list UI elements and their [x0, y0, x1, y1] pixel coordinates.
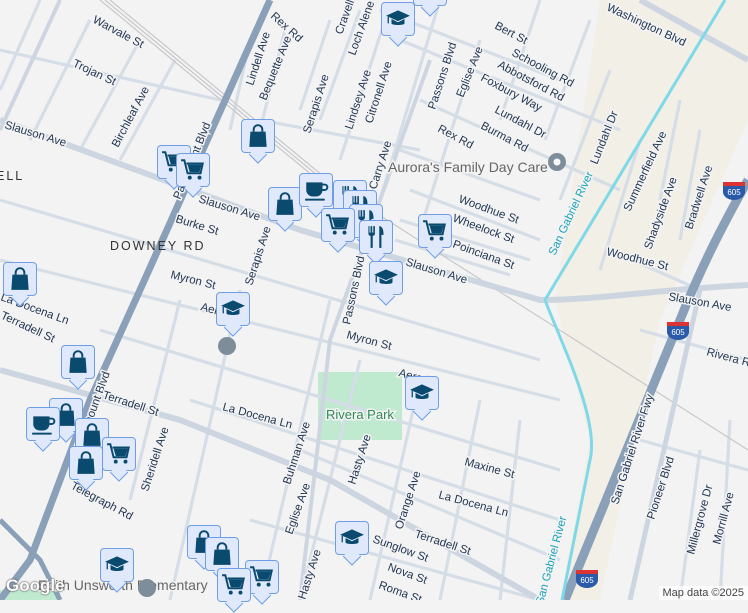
graduation-cap-marker[interactable] [335, 521, 369, 555]
graduation-cap-marker[interactable] [369, 261, 403, 295]
street-label: Slauson Ave [197, 193, 261, 223]
rivera-park-area [318, 372, 402, 440]
graduation-cap-marker[interactable] [100, 548, 134, 582]
street-label: Rex Rd [436, 123, 476, 152]
map-canvas[interactable]: 605 605 605 Warvale St Trojan St Birchle… [0, 0, 748, 600]
graduation-cap-marker[interactable] [381, 2, 415, 36]
google-logo: Google [6, 576, 65, 596]
fork-knife-icon [363, 224, 389, 250]
graduation-cap-icon [417, 0, 443, 2]
coffee-icon [303, 177, 329, 203]
street-label: Warvale St [91, 14, 147, 51]
park-label: Rivera Park [326, 407, 394, 422]
shopping-cart-marker[interactable] [321, 208, 355, 242]
street-label: Trojan St [71, 58, 119, 89]
shopping-bag-icon [73, 450, 99, 476]
shopping-bag-marker[interactable] [268, 187, 302, 221]
shopping-cart-marker[interactable] [418, 214, 452, 248]
street-label: Slauson Ave [3, 119, 67, 149]
svg-text:605: 605 [580, 576, 594, 585]
graduation-cap-icon [339, 525, 365, 551]
area-label-downey-rd: DOWNEY RD [110, 239, 206, 253]
graduation-cap-marker[interactable] [413, 0, 447, 6]
street-label: Hasty Ave [296, 548, 323, 600]
map-attribution[interactable]: Map data ©2025 [659, 586, 748, 600]
graduation-cap-marker[interactable] [405, 376, 439, 410]
shopping-bag-marker[interactable] [69, 446, 103, 480]
poi-label: Aurora's Family Day Care [388, 159, 548, 175]
street-label: La Docena Ln [437, 489, 509, 519]
shopping-bag-icon [7, 266, 33, 292]
street-label: La Docena Ln [221, 401, 293, 431]
shopping-bag-icon [65, 349, 91, 375]
shopping-cart-icon [106, 441, 132, 467]
graduation-cap-marker[interactable] [216, 292, 250, 326]
street-label: Maxine St [463, 456, 516, 481]
shopping-bag-icon [245, 123, 271, 149]
graduation-cap-icon [385, 6, 411, 32]
svg-text:605: 605 [671, 328, 685, 337]
street-label: Morrill Ave [711, 491, 736, 546]
poi-pin-daycare[interactable] [548, 153, 566, 171]
street-label: Burke St [174, 213, 220, 238]
fork-knife-marker[interactable] [359, 220, 393, 254]
shopping-bag-icon [272, 191, 298, 217]
street-label: Myron St [169, 269, 217, 292]
street-label: Sheridell Ave [139, 426, 171, 493]
graduation-cap-icon [104, 552, 130, 578]
street-label: Bert St [493, 20, 530, 47]
shopping-cart-icon [249, 564, 275, 590]
shopping-cart-marker[interactable] [176, 153, 210, 187]
shopping-cart-marker[interactable] [217, 568, 251, 602]
svg-text:605: 605 [727, 188, 741, 197]
street-label: Rivera Rd [705, 346, 748, 371]
shopping-cart-icon [221, 572, 247, 598]
street-label: Passons Blvd [341, 255, 367, 326]
area-label: ELL [0, 169, 24, 183]
shopping-cart-icon [325, 212, 351, 238]
street-label: Terradell St [101, 389, 161, 419]
shopping-bag-marker[interactable] [205, 537, 239, 571]
shopping-bag-icon [209, 541, 235, 567]
coffee-marker[interactable] [299, 173, 333, 207]
shopping-bag-marker[interactable] [61, 345, 95, 379]
street-label: Telegraph Rd [69, 480, 135, 523]
graduation-cap-icon [373, 265, 399, 291]
graduation-cap-icon [220, 296, 246, 322]
coffee-marker[interactable] [26, 407, 60, 441]
coffee-icon [30, 411, 56, 437]
shopping-bag-marker[interactable] [241, 119, 275, 153]
graduation-cap-icon [409, 380, 435, 406]
shopping-bag-marker[interactable] [3, 262, 37, 296]
shopping-cart-marker[interactable] [102, 437, 136, 471]
shopping-cart-icon [422, 218, 448, 244]
shopping-cart-icon [180, 157, 206, 183]
